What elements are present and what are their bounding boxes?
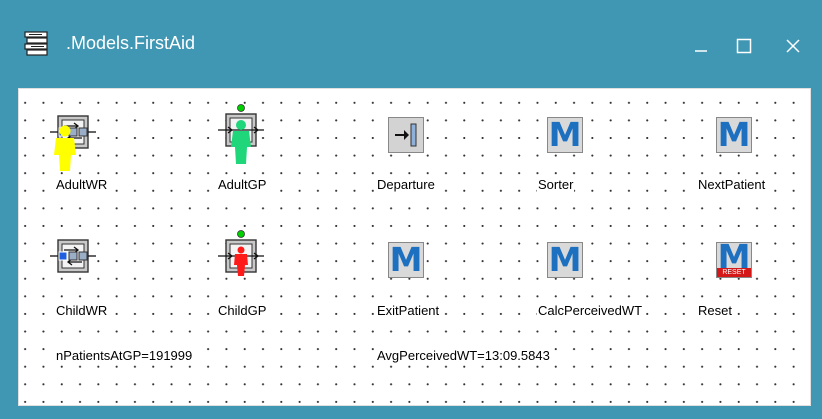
block-label-departure: Departure <box>376 177 436 192</box>
block-childwr[interactable] <box>48 238 98 282</box>
close-button[interactable] <box>773 28 813 64</box>
block-reset[interactable]: M RESET <box>716 242 752 278</box>
reset-badge: RESET <box>717 268 751 277</box>
minimize-icon <box>695 50 707 52</box>
model-window: .Models.FirstAid AdultWR AdultGP Departu… <box>0 0 822 419</box>
block-label-childgp: ChildGP <box>217 303 268 318</box>
wait-queue-icon <box>50 239 96 273</box>
title-bar[interactable]: .Models.FirstAid <box>0 0 822 88</box>
block-adultgp[interactable] <box>216 104 266 164</box>
method-m-icon: M <box>389 242 423 278</box>
method-m-icon: M <box>717 117 751 153</box>
variable-avgperceivedwt[interactable]: AvgPerceivedWT=13:09.5843 <box>376 348 551 363</box>
window-title: .Models.FirstAid <box>66 33 196 53</box>
model-canvas[interactable]: AdultWR AdultGP Departure M Sorter M Nex… <box>20 90 809 404</box>
block-departure[interactable] <box>388 117 424 153</box>
maximize-icon <box>736 38 752 54</box>
person-yellow-icon <box>54 125 76 171</box>
close-icon <box>786 39 800 53</box>
block-sorter[interactable]: M <box>547 117 583 153</box>
block-calcperceivedwt[interactable]: M <box>547 242 583 278</box>
block-label-adultwr: AdultWR <box>55 177 109 192</box>
variable-npatientsatgp[interactable]: nPatientsAtGP=191999 <box>55 348 194 363</box>
departure-icon <box>395 123 417 147</box>
method-m-icon: M <box>548 242 582 278</box>
model-stack-icon <box>24 31 48 56</box>
block-label-reset: Reset <box>697 303 733 318</box>
block-label-sorter: Sorter <box>537 177 575 192</box>
block-label-exitpatient: ExitPatient <box>376 303 441 318</box>
minimize-button[interactable] <box>681 28 721 64</box>
block-exitpatient[interactable]: M <box>388 242 424 278</box>
block-childgp[interactable] <box>216 230 266 284</box>
block-label-childwr: ChildWR <box>55 303 109 318</box>
method-m-icon: M <box>548 117 582 153</box>
block-label-nextpatient: NextPatient <box>697 177 767 192</box>
block-nextpatient[interactable]: M <box>716 117 752 153</box>
block-label-adultgp: AdultGP <box>217 177 268 192</box>
person-red-icon <box>234 246 248 276</box>
block-label-calcperceivedwt: CalcPerceivedWT <box>537 303 644 318</box>
person-green-icon <box>231 120 251 164</box>
maximize-button[interactable] <box>724 28 764 64</box>
